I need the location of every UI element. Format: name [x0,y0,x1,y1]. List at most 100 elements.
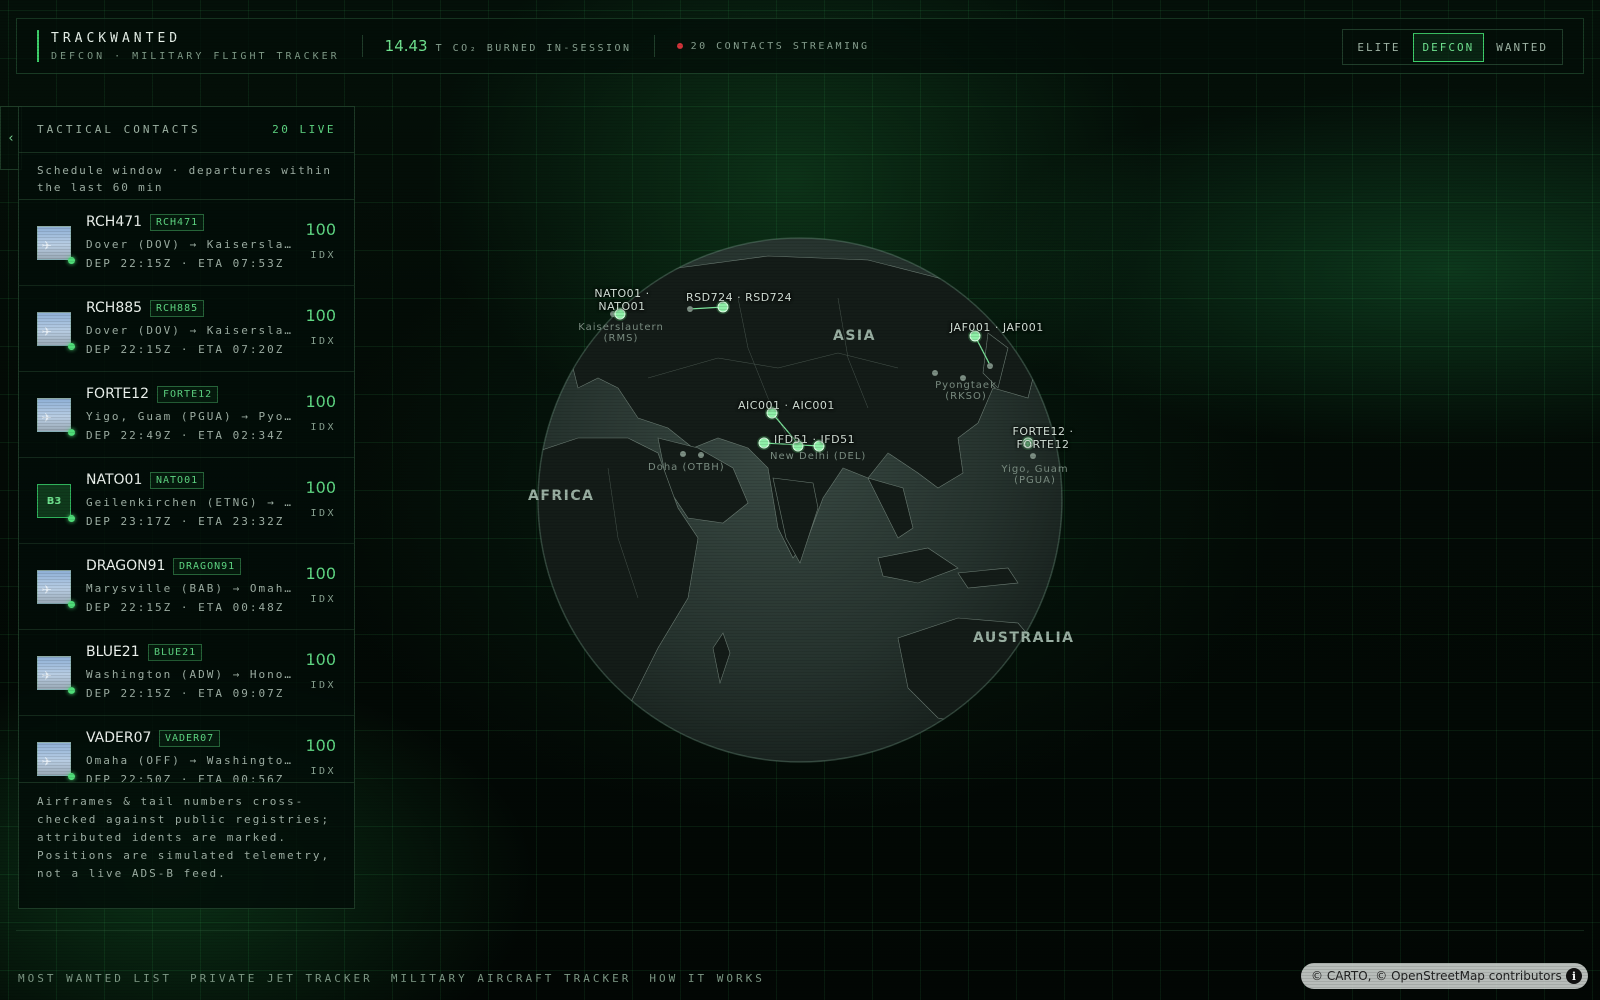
callsign-tag: BLUE21 [148,644,203,661]
region-label-africa: AFRICA [528,488,595,504]
data-disclaimer: Airframes & tail numbers cross-checked a… [19,782,354,893]
co2-label: T CO₂ BURNED IN-SESSION [435,43,632,54]
airport-dot [1030,453,1036,459]
footer-divider [16,930,1584,931]
contacts-label: 20 CONTACTS STREAMING [690,40,870,52]
region-label-australia: AUSTRALIA [973,630,1075,646]
schedule-times: DEP 22:15Z · ETA 07:20Z [86,343,285,356]
footer-nav: MOST WANTED LIST PRIVATE JET TRACKER MIL… [18,972,765,985]
route: Geilenkirchen (ETNG) → Kaiserslautern (R… [86,496,296,509]
brand-title[interactable]: TRACKWANTED [51,31,340,46]
schedule-times: DEP 22:15Z · ETA 09:07Z [86,687,285,700]
contact-row[interactable]: ✈ FORTE12 FORTE12 Yigo, Guam (PGUA) → Pyong… [19,372,354,458]
score-label: IDX [310,594,336,605]
wanted-index-score: 100 [305,650,336,669]
flight-label-aic001[interactable]: AIC001 · AIC001 [738,399,835,412]
score-label: IDX [310,508,336,519]
callsign: BLUE21 [86,644,140,660]
globe-svg [537,237,1063,763]
wanted-index-score: 100 [305,306,336,325]
airport-dot [687,306,693,312]
route: Washington (ADW) → Honolulu (HIK) [86,668,296,681]
callsign-tag: NATO01 [150,472,205,489]
contact-row[interactable]: ✈ RCH885 RCH885 Dover (DOV) → Kaiserslauter… [19,286,354,372]
contact-row[interactable]: ✈ BLUE21 BLUE21 Washington (ADW) → Honolulu… [19,630,354,716]
globe-map[interactable]: ASIA AFRICA AUSTRALIA Kaiserslautern (RM… [528,237,1073,763]
flight-label-forte12[interactable]: FORTE12 · FORTE12 [1008,425,1078,451]
airport-label-pyongtaek: Pyongtaek (RKSO) [935,380,997,402]
panel-header: TACTICAL CONTACTS 20 LIVE [19,107,354,153]
flight-label-jaf001[interactable]: JAF001 · JAF001 [950,321,1044,334]
contacts-status: 20 CONTACTS STREAMING [676,40,870,52]
contact-row[interactable]: ✈ VADER07 VADER07 Omaha (OFF) → Washington … [19,716,354,782]
aircraft-thumbnail: ✈ [37,570,71,604]
contact-row[interactable]: B3 NATO01 NATO01 Geilenkirchen (ETNG) → Kai… [19,458,354,544]
airport-dot [987,363,993,369]
callsign: DRAGON91 [86,558,166,574]
aircraft-thumbnail: B3 [37,484,71,518]
callsign: NATO01 [86,472,143,488]
aircraft-thumbnail: ✈ [37,656,71,690]
flight-label-rsd724[interactable]: RSD724 · RSD724 [686,291,792,304]
mode-switcher: ELITE DEFCON WANTED [1342,29,1563,65]
airport-dot [932,370,938,376]
airplane-icon: ✈ [42,579,52,598]
airport-dot [680,451,686,457]
flight-label-ifd51[interactable]: IFD51 · IFD51 [774,433,855,446]
live-status-dot-icon [68,257,75,264]
schedule-times: DEP 23:17Z · ETA 23:32Z [86,515,285,528]
panel-title: TACTICAL CONTACTS [37,123,201,136]
score-label: IDX [310,250,336,261]
mode-defcon-button[interactable]: DEFCON [1412,32,1485,62]
streaming-dot-icon [676,43,683,49]
schedule-times: DEP 22:15Z · ETA 07:53Z [86,257,285,270]
mode-elite-button[interactable]: ELITE [1347,33,1410,62]
aircraft-thumbnail: ✈ [37,742,71,776]
header-divider [361,35,363,57]
route: Marysville (BAB) → Omaha (OFF) [86,582,296,595]
aircraft-thumbnail: ✈ [37,398,71,432]
airport-label-doha: Doha (OTBH) [648,462,725,473]
live-status-dot-icon [68,429,75,436]
score-label: IDX [310,766,336,777]
schedule-times: DEP 22:49Z · ETA 02:34Z [86,429,285,442]
score-label: IDX [310,422,336,433]
flight-label-nato01[interactable]: NATO01 · NATO01 [590,287,654,313]
co2-counter: 14.43 T CO₂ BURNED IN-SESSION [385,37,632,55]
aircraft-thumbnail: ✈ [37,312,71,346]
airport-dot [698,452,704,458]
mode-wanted-button[interactable]: WANTED [1486,33,1558,62]
contacts-list[interactable]: ✈ RCH471 RCH471 Dover (DOV) → Kaiserslauter… [19,200,354,782]
footer-link-most-wanted[interactable]: MOST WANTED LIST [18,972,172,985]
co2-value: 14.43 [384,37,428,55]
attribution-text[interactable]: © CARTO, © OpenStreetMap contributors [1311,969,1562,983]
chevron-left-icon: ‹ [7,130,15,146]
live-status-dot-icon [68,773,75,780]
wanted-index-score: 100 [305,220,336,239]
aircraft-marker-ifd51[interactable] [758,437,770,449]
unit-badge: B3 [46,495,62,507]
footer-link-private-jet-tracker[interactable]: PRIVATE JET TRACKER [190,972,373,985]
airport-label-guam: Yigo, Guam (PGUA) [1001,464,1069,486]
callsign-tag: RCH885 [150,300,205,317]
footer-link-how-it-works[interactable]: HOW IT WORKS [649,972,764,985]
route: Dover (DOV) → Kaiserslautern (RMS) [86,324,296,337]
route: Dover (DOV) → Kaiserslautern (RMS) [86,238,296,251]
callsign-tag: DRAGON91 [173,558,242,575]
footer-link-military-aircraft-tracker[interactable]: MILITARY AIRCRAFT TRACKER [391,972,632,985]
airplane-icon: ✈ [42,235,52,254]
schedule-window-note: Schedule window · departures within the … [19,153,354,200]
callsign: RCH885 [86,300,143,316]
wanted-index-score: 100 [305,478,336,497]
airplane-icon: ✈ [42,321,52,340]
contact-row[interactable]: ✈ DRAGON91 DRAGON91 Marysville (BAB) → Omah… [19,544,354,630]
contact-row[interactable]: ✈ RCH471 RCH471 Dover (DOV) → Kaiserslauter… [19,200,354,286]
aircraft-thumbnail: ✈ [37,226,71,260]
callsign-tag: RCH471 [150,214,205,231]
info-icon[interactable]: i [1566,968,1582,984]
top-bar: TRACKWANTED DEFCON · MILITARY FLIGHT TRA… [16,18,1584,74]
wanted-index-score: 100 [305,564,336,583]
airplane-icon: ✈ [42,665,52,684]
callsign-tag: FORTE12 [157,386,219,403]
callsign: FORTE12 [86,386,149,402]
